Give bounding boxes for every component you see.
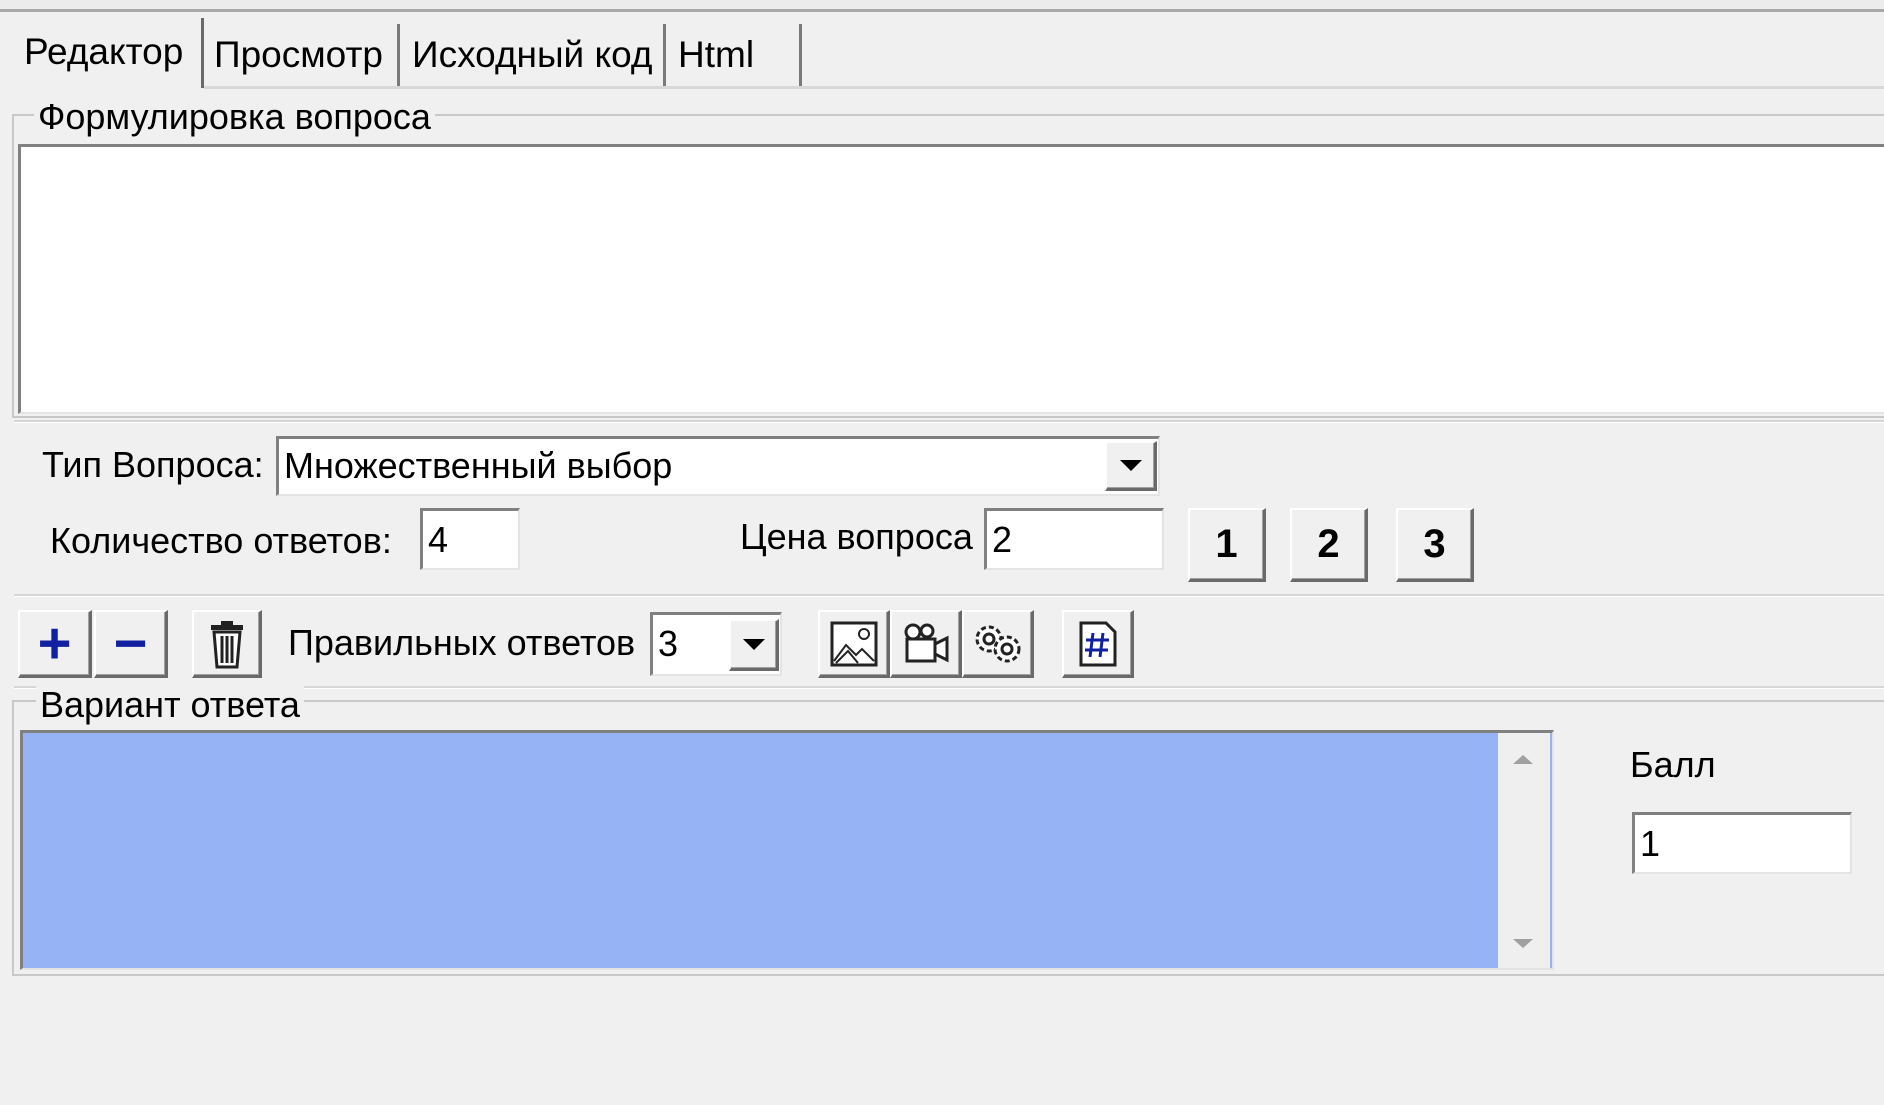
chevron-down-icon — [742, 639, 765, 650]
insert-image-button[interactable] — [818, 610, 890, 678]
insert-number-button[interactable] — [1062, 610, 1134, 678]
scroll-up-icon[interactable] — [1513, 755, 1533, 764]
level-3-label: 3 — [1423, 522, 1446, 566]
scroll-down-icon[interactable] — [1513, 939, 1533, 948]
level-1-button[interactable]: 1 — [1188, 508, 1266, 582]
tab-html-label: Html — [678, 34, 755, 75]
answers-count-input[interactable]: 4 — [420, 508, 520, 570]
tab-preview-label: Просмотр — [214, 34, 383, 75]
answer-variant-editor[interactable] — [20, 730, 1554, 970]
tab-preview[interactable]: Просмотр — [204, 24, 400, 86]
answers-count-value: 4 — [428, 519, 449, 560]
delete-answer-button[interactable] — [192, 610, 262, 678]
separator-2 — [14, 594, 1884, 597]
question-price-input[interactable]: 2 — [984, 508, 1164, 570]
separator-1 — [14, 420, 1884, 423]
level-1-label: 1 — [1215, 522, 1238, 566]
remove-answer-button[interactable]: − — [94, 610, 168, 678]
question-type-dropdown-button[interactable] — [1105, 441, 1157, 491]
window-top-edge — [0, 0, 1884, 12]
correct-answers-label: Правильных ответов — [288, 622, 636, 663]
add-answer-button[interactable]: + — [18, 610, 92, 678]
score-value: 1 — [1640, 823, 1661, 864]
video-camera-icon — [904, 623, 948, 662]
question-text-editor[interactable] — [18, 144, 1884, 414]
chevron-down-icon — [1119, 460, 1142, 471]
level-3-button[interactable]: 3 — [1396, 508, 1474, 582]
question-type-value: Множественный выбор — [284, 445, 673, 486]
question-price-value: 2 — [992, 519, 1013, 560]
correct-answers-value: 3 — [658, 623, 679, 664]
tabbar-baseline — [204, 86, 1884, 89]
answer-variant-label: Вариант ответа — [36, 684, 304, 726]
tab-source-code-label: Исходный код — [412, 34, 653, 75]
question-price-label: Цена вопроса — [740, 516, 973, 557]
question-type-label: Тип Вопроса: — [42, 444, 264, 485]
settings-button[interactable] — [962, 610, 1034, 678]
correct-answers-dropdown-button[interactable] — [729, 619, 779, 671]
insert-media-button[interactable] — [890, 610, 962, 678]
tab-editor-label: Редактор — [24, 31, 184, 72]
plus-icon: + — [37, 610, 72, 676]
level-2-button[interactable]: 2 — [1290, 508, 1368, 582]
answers-count-label: Количество ответов: — [50, 520, 392, 561]
image-icon — [830, 621, 877, 666]
minus-icon: − — [113, 610, 148, 676]
answer-scrollbar[interactable] — [1498, 733, 1550, 968]
tab-html[interactable]: Html — [668, 24, 802, 86]
correct-answers-select[interactable]: 3 — [650, 612, 782, 676]
tab-editor[interactable]: Редактор — [14, 18, 204, 88]
gears-icon — [975, 625, 1020, 662]
hash-document-icon — [1079, 621, 1116, 666]
trash-icon — [210, 620, 243, 668]
score-input[interactable]: 1 — [1632, 812, 1852, 874]
level-2-label: 2 — [1317, 522, 1340, 566]
tab-source-code[interactable]: Исходный код — [402, 24, 666, 86]
score-label: Балл — [1630, 744, 1716, 785]
question-type-select[interactable]: Множественный выбор — [276, 436, 1160, 496]
question-wording-label: Формулировка вопроса — [34, 96, 435, 138]
